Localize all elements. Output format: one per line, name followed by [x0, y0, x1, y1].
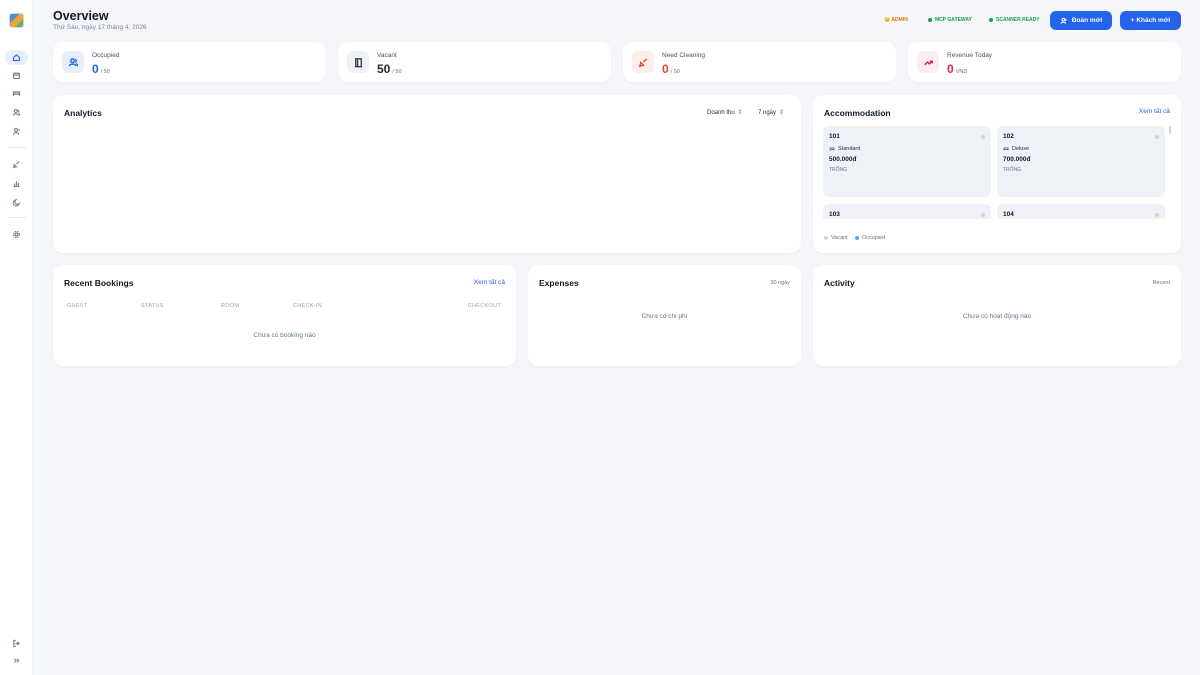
- home-icon[interactable]: [5, 50, 28, 65]
- status-dot: [928, 18, 932, 22]
- column-header: GUEST: [67, 303, 88, 309]
- column-header: ROOM: [221, 303, 240, 309]
- status-dot: [981, 135, 985, 139]
- stat-label: Vacant: [377, 52, 397, 59]
- users-icon[interactable]: [5, 105, 28, 120]
- bed-icon[interactable]: [5, 86, 28, 101]
- logout-icon[interactable]: [5, 636, 28, 651]
- room-card[interactable]: 104: [997, 204, 1165, 219]
- expenses-card: Expenses 30 ngày Chưa có chi phí: [528, 265, 801, 366]
- activity-period: Recent: [1152, 280, 1170, 286]
- sidebar: [0, 0, 33, 675]
- new-guest-button[interactable]: + Khách mới: [1120, 11, 1181, 30]
- empty-state: Chưa có chi phí: [641, 313, 688, 320]
- activity-title: Activity: [824, 278, 855, 288]
- scanner-ready-badge: SCANNER READY: [989, 17, 1040, 23]
- sidebar-divider: [8, 147, 26, 148]
- sidebar-divider: [8, 217, 26, 218]
- analytics-card: Analytics Doanh thu ⇕ 7 ngày ⇕: [53, 95, 801, 253]
- expand-icon[interactable]: [5, 653, 28, 668]
- status-dot: [989, 18, 993, 22]
- page-date: Thứ Sáu, ngày 17 tháng 4, 2026: [53, 24, 147, 31]
- range-select[interactable]: 7 ngày ⇕: [758, 109, 785, 117]
- users-icon: [62, 51, 84, 73]
- stat-card-need-cleaning: Need Cleaning 0/ 50: [623, 42, 896, 82]
- stat-label: Revenue Today: [947, 52, 993, 59]
- broom-icon[interactable]: [5, 157, 28, 172]
- moon-icon[interactable]: [5, 195, 28, 210]
- admin-badge: 👑 ADMIN: [884, 17, 908, 23]
- stat-value: 50/ 50: [377, 62, 402, 76]
- chevron-updown-icon: ⇕: [737, 110, 743, 116]
- app-logo[interactable]: [9, 13, 24, 28]
- page-title: Overview: [53, 9, 109, 23]
- accommodation-title: Accommodation: [824, 108, 891, 118]
- column-header: STATUS: [141, 303, 164, 309]
- stat-value: 0/ 50: [662, 62, 680, 76]
- room-card[interactable]: 101 Standard 500.000đ TRỐNG: [823, 126, 991, 197]
- empty-state: Chưa có booking nào: [253, 332, 316, 339]
- settings-icon[interactable]: [5, 227, 28, 242]
- expenses-title: Expenses: [539, 278, 579, 288]
- analytics-title: Analytics: [64, 108, 102, 118]
- bar-chart-icon[interactable]: [5, 176, 28, 191]
- stat-card-occupied: Occupied 0/ 50: [53, 42, 326, 82]
- room-card[interactable]: 102 Deluxe 700.000đ TRỐNG: [997, 126, 1165, 197]
- metric-select[interactable]: Doanh thu ⇕: [707, 109, 743, 117]
- stat-card-vacant: Vacant 50/ 50: [338, 42, 611, 82]
- mcp-gateway-badge: MCP GATEWAY: [928, 17, 972, 23]
- expenses-period: 30 ngày: [770, 280, 790, 286]
- calendar-icon[interactable]: [5, 68, 28, 83]
- legend-occupied: Occupied: [855, 235, 885, 241]
- users-icon: [1060, 17, 1067, 24]
- status-dot: [1155, 213, 1159, 217]
- stat-value: 0/ 50: [92, 62, 110, 76]
- accommodation-card: Accommodation Xem tất cả 101 Standard 50…: [813, 95, 1181, 253]
- legend-vacant: Vacant: [824, 235, 848, 241]
- recent-bookings-card: Recent Bookings Xem tất cả GUEST STATUS …: [53, 265, 516, 366]
- stat-label: Need Cleaning: [662, 52, 706, 59]
- scrollbar[interactable]: [1169, 126, 1171, 134]
- stat-value: 0 VND: [947, 62, 968, 76]
- door-icon: [347, 51, 369, 73]
- column-header: CHECKOUT: [467, 303, 501, 309]
- status-dot: [981, 213, 985, 217]
- activity-card: Activity Recent Chưa có hoạt động nào: [813, 265, 1181, 366]
- bed-icon: [829, 147, 835, 151]
- bookings-view-all-link[interactable]: Xem tất cả: [474, 279, 505, 286]
- room-grid: 101 Standard 500.000đ TRỐNG 102 Deluxe 7…: [823, 126, 1165, 219]
- accommodation-view-all-link[interactable]: Xem tất cả: [1139, 108, 1170, 115]
- status-dot: [1155, 135, 1159, 139]
- stat-card-revenue-today: Revenue Today 0 VND: [908, 42, 1181, 82]
- room-card[interactable]: 103: [823, 204, 991, 219]
- stat-label: Occupied: [92, 52, 120, 59]
- trending-up-icon: [917, 51, 939, 73]
- user-icon[interactable]: [5, 124, 28, 139]
- chevron-updown-icon: ⇕: [779, 110, 785, 116]
- bookings-title: Recent Bookings: [64, 278, 134, 288]
- new-group-button[interactable]: Đoàn mới: [1050, 11, 1112, 30]
- column-header: CHECK-IN: [293, 303, 322, 309]
- bed-icon: [1003, 147, 1009, 151]
- empty-state: Chưa có hoạt động nào: [962, 313, 1032, 320]
- broom-icon: [632, 51, 654, 73]
